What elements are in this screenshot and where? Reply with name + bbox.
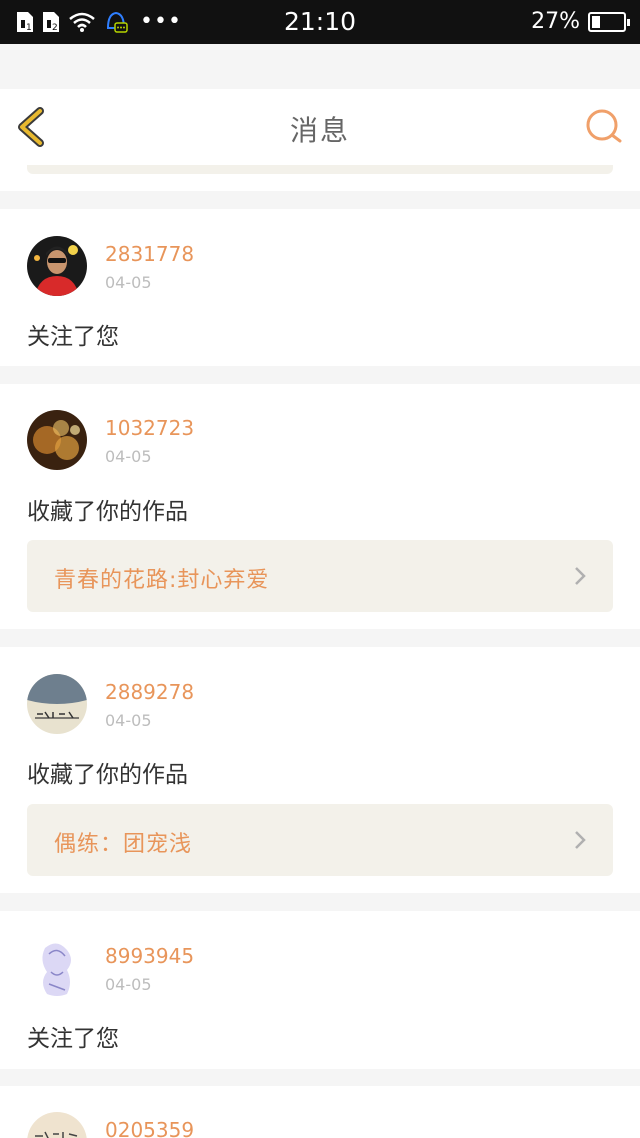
search-icon [586,109,622,143]
work-title: 青春的花路:封心弃爱 [54,568,270,593]
message-date: 04-05 [105,447,152,466]
message-card: 2831778 04-05 关注了您 [0,209,640,366]
work-title: 偶练：团宠浅 [54,832,193,857]
username[interactable]: 0205359 [105,1118,194,1138]
message-card: 1032723 04-05 收藏了你的作品 青春的花路:封心弃爱 [0,384,640,629]
message-card: 8993945 04-05 关注了您 [0,911,640,1069]
avatar[interactable] [27,1112,87,1138]
page-title: 消息 [289,114,350,147]
avatar[interactable] [27,236,87,296]
message-text: 关注了您 [27,1026,119,1052]
avatar[interactable] [27,674,87,734]
message-text: 收藏了你的作品 [27,499,188,525]
message-date: 04-05 [105,273,152,292]
battery-status: 27% [531,9,630,34]
username[interactable]: 2831778 [105,242,194,266]
work-link[interactable]: 青春的花路:封心弃爱 [27,540,613,612]
chevron-right-icon [575,567,586,585]
status-bar: 1 2 ••• 21:10 27% [0,0,640,44]
avatar[interactable] [27,410,87,470]
message-card: 0205359 [0,1086,640,1138]
username[interactable]: 2889278 [105,680,194,704]
work-link[interactable]: 偶练：团宠浅 [27,804,613,876]
battery-icon [588,11,630,32]
message-text: 收藏了你的作品 [27,762,188,788]
chevron-right-icon [575,831,586,849]
app-header: 消息 [0,89,640,166]
message-date: 04-05 [105,975,152,994]
message-text: 关注了您 [27,324,119,350]
battery-percent: 27% [531,9,580,34]
username[interactable]: 1032723 [105,416,194,440]
previous-message-card [0,165,640,191]
search-button[interactable] [584,107,624,147]
message-date: 04-05 [105,711,152,730]
avatar[interactable] [27,938,87,998]
message-card: 2889278 04-05 收藏了你的作品 偶练：团宠浅 [0,647,640,893]
username[interactable]: 8993945 [105,944,194,968]
previous-work-link[interactable] [27,165,613,174]
